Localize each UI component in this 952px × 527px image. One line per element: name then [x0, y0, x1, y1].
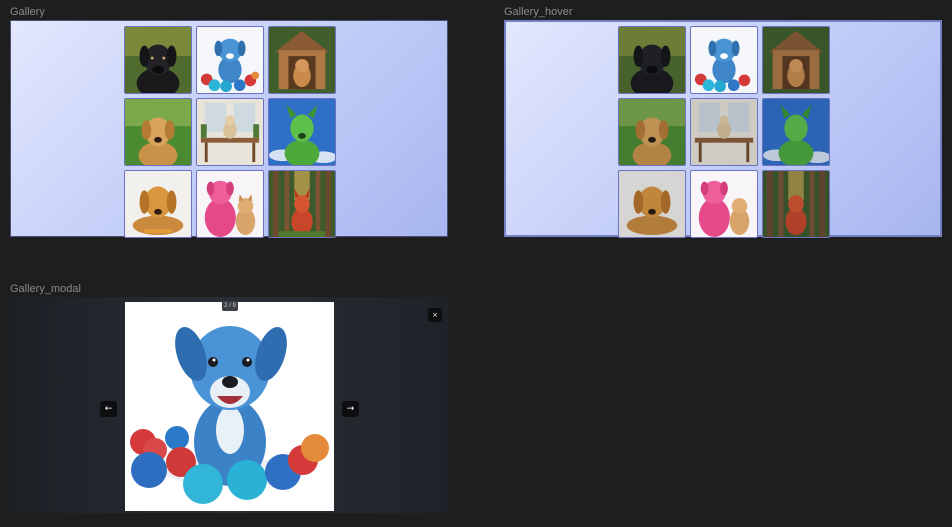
gallery-tile-golden-puppy[interactable] [124, 170, 192, 238]
gallery-tile-doghouse[interactable] [268, 26, 336, 94]
frame-label-gallery-hover: Gallery_hover [504, 6, 573, 18]
design-canvas: Gallery Gallery_hover Gallery_modal 2 / … [0, 0, 952, 527]
gallery-hover-frame [504, 20, 942, 238]
hover-tile-black-labrador[interactable] [618, 26, 686, 94]
gallery-tile-fox-forest[interactable] [268, 170, 336, 238]
hover-tile-blue-puppy[interactable] [690, 26, 758, 94]
modal-image-blue-puppy [125, 302, 334, 511]
hover-tile-golden-retriever[interactable] [618, 98, 686, 166]
gallery-frame [10, 20, 448, 238]
close-button[interactable]: × [428, 308, 442, 322]
gallery-grid [124, 26, 336, 238]
frame-label-gallery: Gallery [10, 6, 45, 18]
gallery-hover-grid [618, 26, 830, 238]
image-counter: 2 / 9 [222, 301, 238, 311]
hover-tile-golden-puppy[interactable] [618, 170, 686, 238]
hover-tile-green-dog[interactable] [762, 98, 830, 166]
gallery-tile-golden-retriever[interactable] [124, 98, 192, 166]
gallery-modal-frame: 2 / 9 ← → × [10, 297, 448, 513]
gallery-tile-pink-dog-cat[interactable] [196, 170, 264, 238]
hover-tile-pink-dog-cat[interactable] [690, 170, 758, 238]
gallery-tile-dog-on-table[interactable] [196, 98, 264, 166]
hover-tile-dog-on-table[interactable] [690, 98, 758, 166]
prev-arrow-button[interactable]: ← [100, 401, 117, 417]
next-arrow-button[interactable]: → [342, 401, 359, 417]
frame-label-gallery-modal: Gallery_modal [10, 283, 81, 295]
hover-tile-fox-forest[interactable] [762, 170, 830, 238]
gallery-tile-black-labrador[interactable] [124, 26, 192, 94]
gallery-tile-green-dog[interactable] [268, 98, 336, 166]
hover-tile-doghouse[interactable] [762, 26, 830, 94]
gallery-tile-blue-puppy[interactable] [196, 26, 264, 94]
